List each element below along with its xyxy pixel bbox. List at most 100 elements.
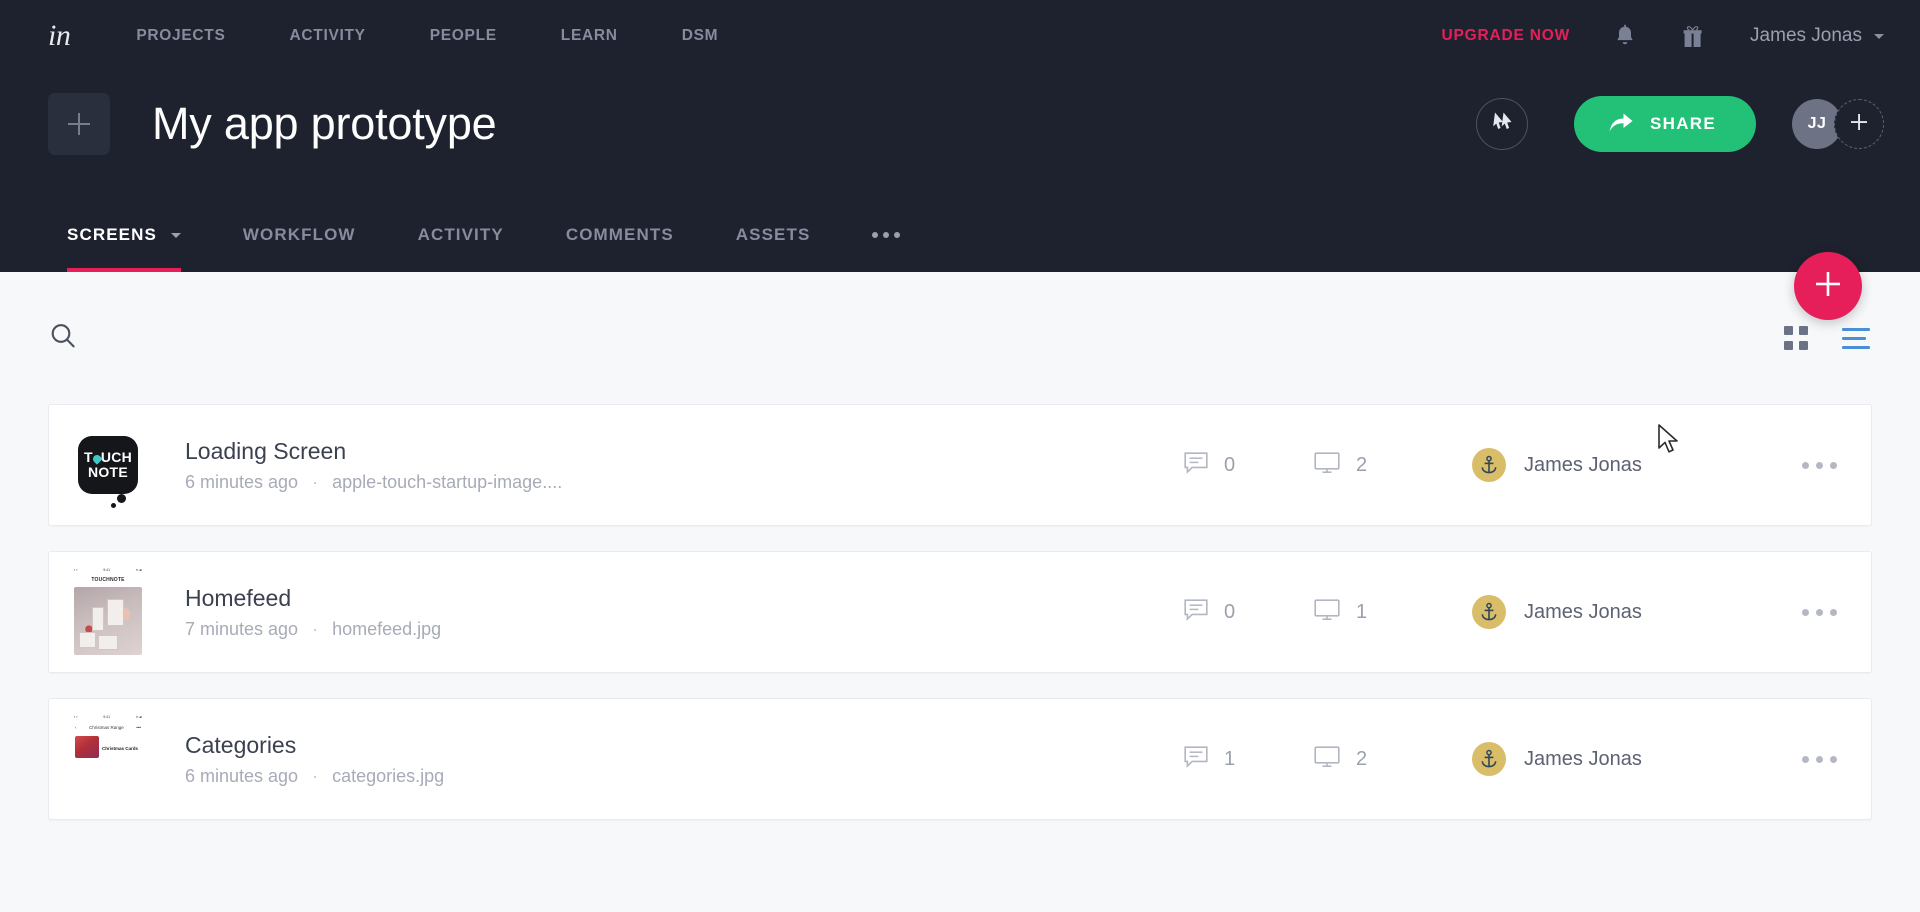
nav-link-dsm[interactable]: DSM [650, 27, 751, 45]
screen-meta: 6 minutes ago · apple-touch-startup-imag… [185, 472, 562, 493]
screen-thumbnail: ▪ ▪ 9:41 ▪▪ ▰ TOUCHNOTE [71, 566, 145, 658]
plus-icon [68, 113, 90, 135]
comment-icon [1184, 745, 1208, 773]
tab-assets-label: ASSETS [735, 225, 811, 244]
thumb-app-title: TOUCHNOTE [91, 576, 125, 583]
table-row[interactable]: ▪ ▪ 9:41 ▪▪ ▰ ‹ Christmas Range ••• Christ… [48, 698, 1872, 820]
screen-author-name: James Jonas [1524, 453, 1642, 476]
screens-content-area: T UCH NOTE Loading Screen 6 minutes ago ·… [0, 272, 1920, 912]
screen-thumbnail: T UCH NOTE [71, 419, 145, 511]
share-button[interactable]: SHARE [1573, 96, 1756, 152]
nav-link-people[interactable]: PEOPLE [398, 27, 529, 45]
tab-activity-label: ACTIVITY [417, 225, 504, 244]
plus-icon [1849, 112, 1869, 137]
nav-link-activity[interactable]: ACTIVITY [258, 27, 398, 45]
user-menu-name[interactable]: James Jonas [1750, 25, 1862, 47]
screens-toolbar [48, 272, 1872, 404]
view-count-value: 1 [1356, 600, 1368, 623]
nav-link-learn[interactable]: LEARN [529, 27, 650, 45]
back-chevron-icon: ‹ [75, 724, 77, 730]
screen-info: Loading Screen 6 minutes ago · apple-tou… [185, 437, 562, 493]
screen-timestamp: 7 minutes ago [185, 618, 299, 639]
ellipsis-icon: ••• [136, 724, 141, 730]
project-header: My app prototype SHARE JJ [0, 72, 1920, 176]
screen-title: Categories [185, 732, 297, 759]
tabs-overflow-button[interactable] [841, 176, 931, 272]
table-row[interactable]: ▪ ▪ 9:41 ▪▪ ▰ TOUCHNOTE Homefeed 7 minutes… [48, 551, 1872, 673]
ellipsis-icon [872, 232, 879, 238]
add-collaborator-button[interactable] [1834, 99, 1884, 149]
view-count-value: 2 [1356, 747, 1368, 770]
view-count-value: 2 [1356, 453, 1368, 476]
top-nav-right-cluster: UPGRADE NOW James Jonas [1442, 21, 1884, 51]
comment-count: 0 [1184, 451, 1314, 479]
page-title: My app prototype [152, 98, 497, 149]
screen-title: Homefeed [185, 585, 292, 612]
project-tabs: SCREENS WORKFLOW ACTIVITY COMMENTS ASSET… [0, 176, 1920, 272]
screen-filename: homefeed.jpg [332, 618, 442, 639]
view-count: 2 [1314, 745, 1444, 773]
ellipsis-icon [1802, 461, 1809, 469]
gift-icon[interactable] [1680, 21, 1706, 51]
chevron-down-icon[interactable] [170, 232, 181, 238]
comment-count-value: 1 [1224, 747, 1236, 770]
screen-filename: apple-touch-startup-image.... [332, 471, 563, 492]
bell-icon[interactable] [1612, 21, 1638, 51]
upgrade-now-button[interactable]: UPGRADE NOW [1442, 27, 1571, 45]
table-row[interactable]: T UCH NOTE Loading Screen 6 minutes ago ·… [48, 404, 1872, 526]
search-field-wrapper[interactable] [48, 321, 1784, 356]
search-icon [48, 321, 78, 356]
tab-screens-label: SCREENS [67, 225, 157, 244]
avatar [1472, 448, 1506, 482]
row-overflow-button[interactable] [1802, 461, 1837, 469]
monitor-icon [1314, 598, 1340, 626]
comment-icon [1184, 598, 1208, 626]
avatar [1472, 595, 1506, 629]
share-arrow-icon [1608, 111, 1634, 138]
screen-thumbnail: ▪ ▪ 9:41 ▪▪ ▰ ‹ Christmas Range ••• Christ… [71, 713, 145, 805]
ellipsis-icon [1802, 755, 1809, 763]
tab-workflow[interactable]: WORKFLOW [212, 176, 387, 272]
screen-meta: 6 minutes ago · categories.jpg [185, 766, 444, 787]
comment-count: 1 [1184, 745, 1314, 773]
view-count: 2 [1314, 451, 1444, 479]
row-overflow-button[interactable] [1802, 608, 1837, 616]
add-screen-fab[interactable] [1794, 252, 1862, 320]
preview-prototype-button[interactable] [1475, 98, 1528, 150]
comment-count: 0 [1184, 598, 1314, 626]
comment-count-value: 0 [1224, 600, 1236, 623]
screen-author: James Jonas [1472, 742, 1782, 776]
tab-comments[interactable]: COMMENTS [535, 176, 705, 272]
top-navigation-bar: in PROJECTS ACTIVITY PEOPLE LEARN DSM UP… [0, 0, 1920, 72]
tab-assets[interactable]: ASSETS [705, 176, 842, 272]
cursor-preview-icon [1489, 110, 1515, 139]
screens-list: T UCH NOTE Loading Screen 6 minutes ago ·… [48, 404, 1872, 820]
screen-filename: categories.jpg [332, 765, 445, 786]
grid-view-icon[interactable] [1784, 326, 1808, 350]
thumb-item-title: Christmas Cards [102, 746, 139, 751]
ellipsis-icon [1802, 608, 1809, 616]
homefeed-thumbnail: ▪ ▪ 9:41 ▪▪ ▰ TOUCHNOTE [71, 566, 145, 658]
list-view-icon[interactable] [1842, 327, 1870, 349]
main-nav-links: PROJECTS ACTIVITY PEOPLE LEARN DSM [136, 27, 750, 45]
screen-title: Loading Screen [185, 438, 347, 465]
screen-info: Categories 6 minutes ago · categories.jp… [185, 731, 444, 787]
share-button-label: SHARE [1649, 114, 1716, 133]
meta-separator: · [312, 765, 319, 786]
chevron-down-icon[interactable] [1874, 33, 1884, 39]
screen-author-name: James Jonas [1524, 747, 1642, 770]
screen-author: James Jonas [1472, 595, 1782, 629]
avatar [1472, 742, 1506, 776]
screen-meta: 7 minutes ago · homefeed.jpg [185, 619, 441, 640]
nav-link-projects[interactable]: PROJECTS [136, 27, 257, 45]
search-input[interactable] [94, 327, 494, 349]
add-project-button[interactable] [48, 93, 110, 155]
screen-timestamp: 6 minutes ago [185, 765, 299, 786]
invision-logo[interactable]: in [48, 19, 71, 53]
screen-timestamp: 6 minutes ago [185, 471, 299, 492]
project-actions: SHARE JJ [1475, 96, 1884, 152]
tab-screens[interactable]: SCREENS [36, 176, 212, 272]
row-overflow-button[interactable] [1802, 755, 1837, 763]
touchnote-logo-thumbnail: T UCH NOTE [78, 436, 138, 508]
tab-activity[interactable]: ACTIVITY [387, 176, 535, 272]
